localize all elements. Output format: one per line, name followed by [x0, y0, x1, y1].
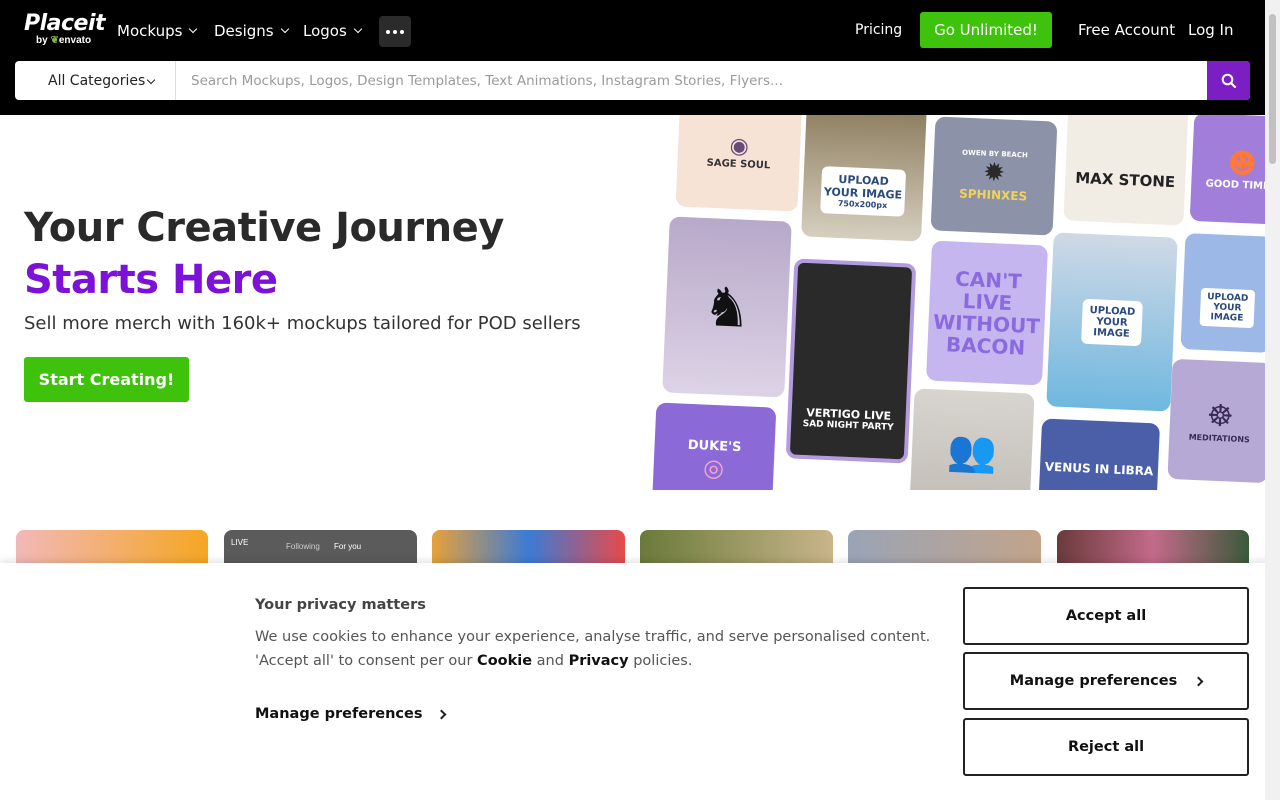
collage-tile-man-cap[interactable]: UPLOAD YOUR IMAGE — [1180, 233, 1265, 353]
hero-title: Your Creative Journey — [24, 205, 504, 251]
go-unlimited-button[interactable]: Go Unlimited! — [920, 12, 1052, 48]
logo-subtitle: by ❦envato — [36, 35, 92, 46]
smiley-icon: ☻ — [1226, 146, 1258, 181]
moth-icon: ✹ — [982, 157, 1006, 189]
top-navigation-bar: Placeit by ❦envato Mockups Designs Logos… — [0, 0, 1280, 115]
tile-text: SPHINXES — [958, 186, 1028, 204]
reject-all-button[interactable]: Reject all — [963, 718, 1249, 776]
chevron-down-icon — [189, 24, 198, 34]
tile-text: For you — [334, 542, 362, 551]
collage-tile-sphinxes[interactable]: OWEN BY BEACH ✹ SPHINXES — [930, 116, 1058, 236]
tile-text: SAGE SOUL — [706, 157, 771, 172]
nav-logos[interactable]: Logos — [303, 21, 363, 41]
collage-tile-max-stone[interactable]: MAX STONE — [1063, 115, 1189, 226]
collage-tile-dog-woman[interactable]: ♞ — [662, 216, 792, 398]
tile-text: UPLOAD YOUR IMAGE — [1081, 298, 1143, 346]
nav-designs-label: Designs — [214, 22, 274, 40]
collage-tile-venus-in-libra[interactable]: VENUS IN LIBRA — [1037, 418, 1161, 490]
category-select[interactable]: All Categories — [15, 61, 176, 100]
more-icon — [386, 29, 390, 34]
nav-mockups-label: Mockups — [117, 22, 183, 40]
search-icon — [1221, 73, 1236, 88]
dog-icon: ♞ — [701, 274, 753, 340]
collage-tile-bacon[interactable]: CAN'T LIVE WITHOUT BACON — [926, 240, 1048, 386]
tile-text: DUKE'S — [687, 437, 742, 455]
search-input[interactable] — [177, 61, 1207, 100]
tile-text: MAX STONE — [1074, 168, 1176, 192]
tile-text: LIVE — [231, 538, 249, 547]
tile-text: GOOD TIMES — [1205, 178, 1265, 193]
tile-text: VENUS IN LIBRA — [1044, 459, 1154, 479]
chevron-down-icon — [353, 24, 363, 34]
privacy-policy-link[interactable]: Privacy — [569, 653, 629, 669]
manage-preferences-link-label: Manage preferences — [255, 706, 423, 722]
manage-preferences-link[interactable]: Manage preferences — [255, 706, 447, 722]
hero-title-highlight: Starts Here — [24, 257, 278, 303]
collage-tile-sage-soul[interactable]: ◉ SAGE SOUL — [675, 115, 803, 212]
cookie-consent-banner: Your privacy matters We use cookies to e… — [0, 563, 1280, 800]
eye-icon: ◉ — [729, 133, 750, 160]
logo-text: Placeit — [24, 11, 106, 36]
more-icon-dot — [400, 29, 404, 34]
collage-tile-dukes[interactable]: DUKE'S ◎ — [651, 402, 777, 490]
page-scrollbar[interactable] — [1265, 0, 1280, 800]
pricing-link[interactable]: Pricing — [855, 22, 902, 38]
hero-subtitle: Sell more merch with 160k+ mockups tailo… — [24, 313, 581, 334]
nav-mockups[interactable]: Mockups — [117, 21, 198, 41]
collage-tile-mug[interactable]: UPLOAD YOUR IMAGE — [1046, 232, 1178, 412]
cookie-message-and: and — [536, 653, 564, 669]
collage-tile-meditations[interactable]: ☸ MEDITATIONS — [1167, 358, 1265, 484]
collage-tile-couple-hoodies[interactable]: 👥 — [909, 388, 1035, 490]
more-menu-button[interactable] — [379, 16, 411, 47]
manage-preferences-button[interactable]: Manage preferences — [963, 652, 1249, 710]
nav-logos-label: Logos — [303, 22, 347, 40]
search-bar: All Categories — [15, 61, 1250, 100]
category-select-label: All Categories — [48, 72, 146, 89]
chevron-down-icon — [146, 75, 156, 85]
cookie-policy-link[interactable]: Cookie — [477, 653, 532, 669]
collage-tile-good-times[interactable]: ☻ GOOD TIMES — [1189, 115, 1265, 226]
accept-all-button[interactable]: Accept all — [963, 587, 1249, 645]
placeit-logo[interactable]: Placeit by ❦envato — [24, 11, 106, 46]
login-link[interactable]: Log In — [1188, 21, 1234, 39]
scrollbar-thumb[interactable] — [1269, 14, 1276, 164]
tile-text: CAN'T LIVE WITHOUT BACON — [932, 266, 1041, 360]
donut-icon: ◎ — [702, 453, 725, 482]
cookie-message-policies: policies. — [633, 653, 693, 669]
tile-text: UPLOAD YOUR IMAGE — [823, 172, 903, 202]
chevron-right-icon — [437, 709, 447, 719]
hands-icon: ☸ — [1205, 398, 1235, 435]
free-account-link[interactable]: Free Account — [1078, 21, 1175, 39]
tile-text: Following — [286, 542, 320, 551]
mockup-collage: ◉ SAGE SOUL UPLOAD YOUR IMAGE 750x200px … — [650, 115, 1265, 490]
cookie-message: We use cookies to enhance your experienc… — [255, 625, 935, 673]
collage-tile-tshirt-woman[interactable]: UPLOAD YOUR IMAGE 750x200px — [801, 115, 927, 242]
more-icon-dot — [393, 29, 397, 34]
tile-text: MEDITATIONS — [1188, 432, 1250, 445]
manage-preferences-button-label: Manage preferences — [1009, 673, 1178, 689]
chevron-down-icon — [280, 24, 289, 34]
nav-designs[interactable]: Designs — [214, 21, 289, 41]
tile-text: UPLOAD YOUR IMAGE — [1199, 287, 1256, 329]
collage-tile-vertigo-live[interactable]: VERTIGO LIVE SAD NIGHT PARTY — [785, 258, 917, 464]
chevron-right-icon — [1193, 676, 1204, 686]
cookie-title: Your privacy matters — [255, 597, 426, 613]
search-button[interactable] — [1207, 61, 1250, 100]
start-creating-button[interactable]: Start Creating! — [24, 357, 189, 402]
envato-leaf-icon: ❦ — [50, 35, 59, 46]
couple-icon: 👥 — [946, 427, 998, 476]
